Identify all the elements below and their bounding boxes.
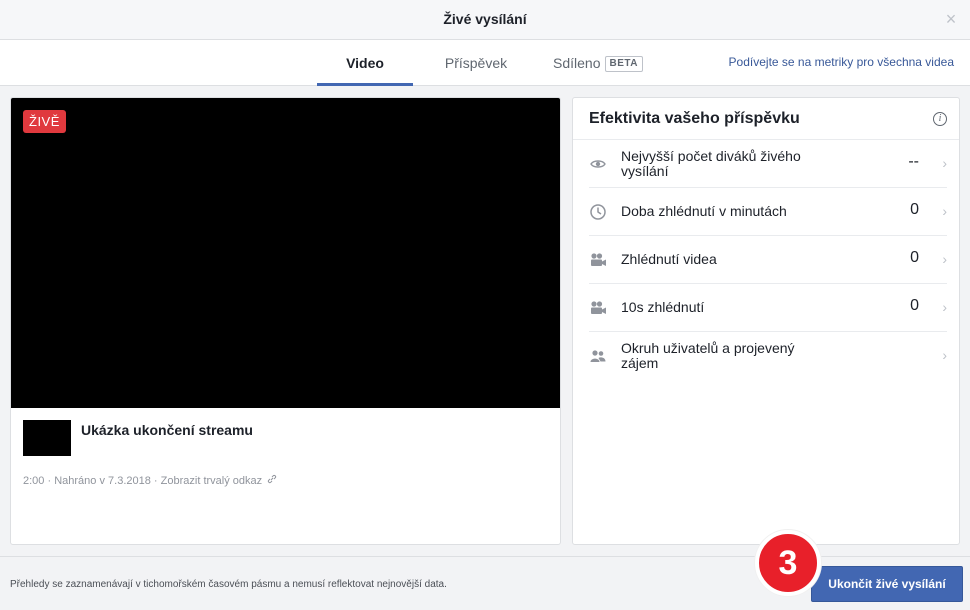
step-number-marker: 3 (755, 530, 821, 596)
metric-label: Nejvyšší počet diváků živého vysílání (621, 148, 801, 179)
dialog-title: Živé vysílání (443, 11, 527, 27)
video-duration: 2:00 (23, 475, 45, 487)
video-player[interactable]: ŽIVĚ (11, 98, 560, 408)
chevron-right-icon: › (942, 155, 947, 171)
end-live-button[interactable]: Ukončit živé vysílání (811, 566, 963, 602)
chevron-right-icon: › (942, 203, 947, 219)
metric-value: 0 (910, 249, 919, 266)
metric-label: Okruh uživatelů a projevený zájem (621, 340, 795, 371)
metric-label: 10s zhlédnutí (621, 299, 705, 315)
tab-video[interactable]: Video (317, 40, 413, 86)
people-icon (589, 347, 607, 365)
tab-bar: Video Příspěvek Sdíleno BETA Podívejte se… (0, 40, 970, 86)
eye-icon (589, 155, 607, 173)
chevron-right-icon: › (942, 299, 947, 315)
tab-post[interactable]: Příspěvek (430, 40, 522, 86)
tab-shared[interactable]: Sdíleno BETA (538, 40, 658, 86)
metric-row-peak-viewers[interactable]: Nejvyšší počet diváků živého vysílání --… (573, 140, 959, 188)
performance-card: Efektivita vašeho příspěvku i Nejvyšší p… (572, 97, 960, 545)
video-title: Ukázka ukončení streamu (81, 422, 253, 438)
dialog-header: Živé vysílání × (0, 0, 970, 40)
video-thumbnail (23, 420, 71, 456)
tab-post-label: Příspěvek (444, 55, 508, 71)
chevron-right-icon: › (942, 347, 947, 363)
metric-label: Doba zhlédnutí v minutách (621, 203, 787, 219)
metric-row-10s-views[interactable]: 10s zhlédnutí 0 › (573, 284, 959, 332)
metric-value: -- (908, 153, 919, 170)
upload-date: Nahráno v 7.3.2018 (54, 475, 151, 487)
dialog-footer: Přehledy se zaznamenávají v tichomořském… (0, 556, 970, 610)
video-camera-icon (589, 299, 607, 317)
performance-header: Efektivita vašeho příspěvku i (573, 98, 959, 140)
meta-separator: · (153, 475, 161, 487)
metric-row-watch-minutes[interactable]: Doba zhlédnutí v minutách 0 › (573, 188, 959, 236)
metric-row-audience[interactable]: Okruh uživatelů a projevený zájem › (573, 332, 959, 380)
info-icon[interactable]: i (933, 112, 947, 126)
metric-row-video-views[interactable]: Zhlédnutí videa 0 › (573, 236, 959, 284)
metric-label: Zhlédnutí videa (621, 251, 717, 267)
tab-shared-label: Sdíleno (553, 55, 601, 71)
beta-badge: BETA (604, 56, 643, 73)
close-icon[interactable]: × (940, 8, 962, 30)
chevron-right-icon: › (942, 251, 947, 267)
timezone-note: Přehledy se zaznamenávají v tichomořském… (10, 579, 447, 590)
video-meta: 2:00 · Nahráno v 7.3.2018 · Zobrazit trv… (23, 474, 277, 487)
metric-value: 0 (910, 297, 919, 314)
all-videos-metrics-link[interactable]: Podívejte se na metriky pro všechna vide… (729, 55, 954, 69)
video-camera-icon (589, 251, 607, 269)
tab-video-label: Video (346, 55, 384, 71)
performance-title: Efektivita vašeho příspěvku (589, 110, 800, 127)
video-card: ŽIVĚ Ukázka ukončení streamu 2:00 · Nahr… (10, 97, 561, 545)
permalink-link[interactable]: Zobrazit trvalý odkaz (161, 475, 262, 487)
live-badge: ŽIVĚ (23, 110, 66, 133)
metric-value: 0 (910, 201, 919, 218)
link-icon (267, 474, 277, 487)
clock-icon (589, 203, 607, 221)
